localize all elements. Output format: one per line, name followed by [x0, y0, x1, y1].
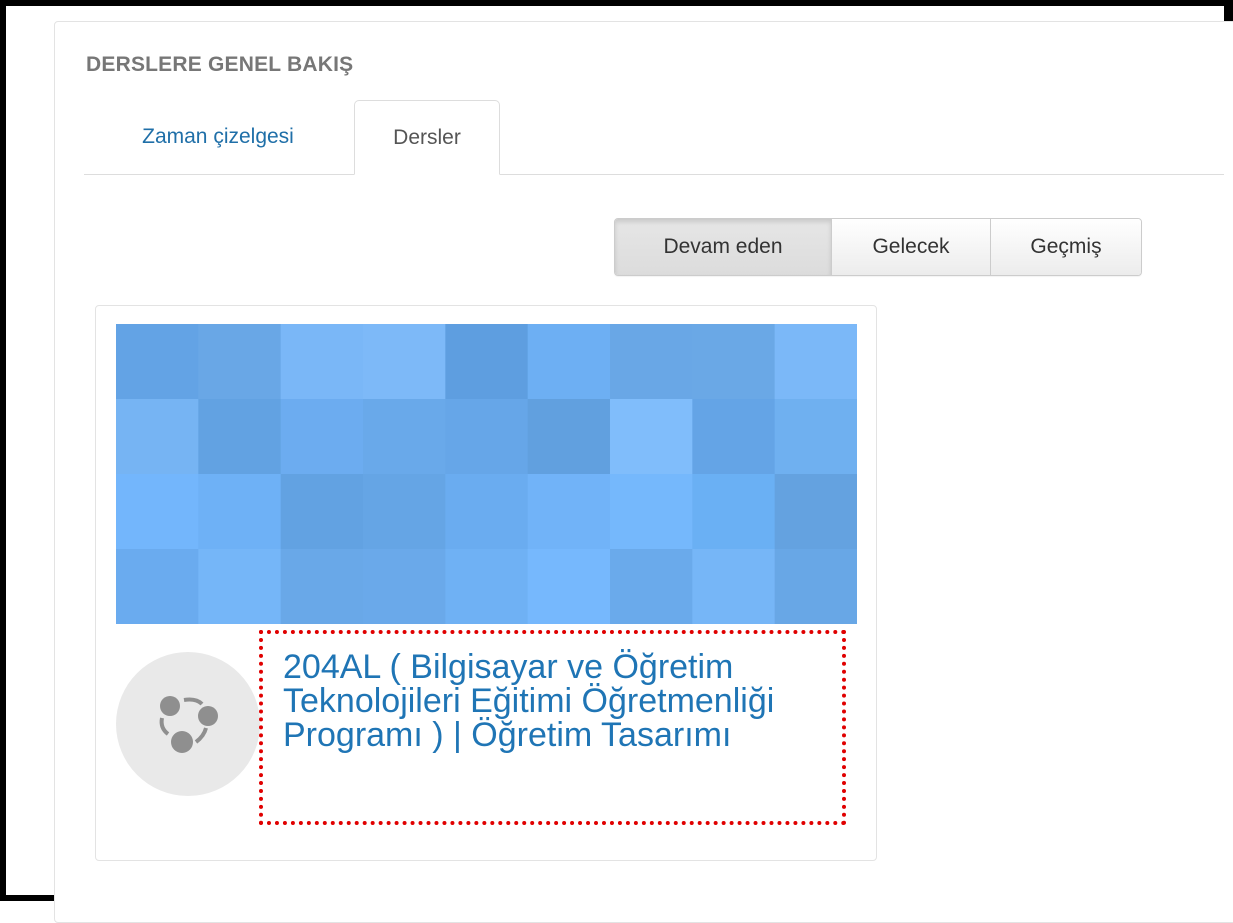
filter-in-progress-button[interactable]: Devam eden: [615, 219, 831, 275]
course-image-tile: [280, 399, 364, 475]
course-image-tile: [116, 549, 199, 624]
course-image-tile: [116, 399, 199, 475]
course-image-pattern: [116, 324, 857, 624]
course-overview-tabs: Zaman çizelgesi Dersler: [84, 100, 1224, 175]
tab-timeline[interactable]: Zaman çizelgesi: [84, 100, 352, 174]
course-image-tile: [363, 549, 446, 624]
course-image-tile: [445, 324, 529, 400]
course-image-tile: [280, 474, 364, 550]
course-image-tile: [527, 474, 611, 550]
course-category-icon: [116, 652, 260, 796]
course-image-tile: [610, 474, 693, 550]
course-image-tile: [774, 549, 857, 624]
course-image-tile: [280, 549, 364, 624]
course-title-link[interactable]: 204AL ( Bilgisayar ve Öğretim Teknolojil…: [283, 650, 843, 752]
course-image-tile: [610, 549, 693, 624]
filter-past-button[interactable]: Geçmiş: [990, 219, 1141, 275]
course-image-tile: [692, 474, 776, 550]
course-image-tile: [116, 324, 199, 400]
course-image-tile: [774, 399, 857, 475]
course-image-tile: [527, 399, 611, 475]
course-image-tile: [527, 324, 611, 400]
block-title: DERSLERE GENEL BAKIŞ: [86, 53, 354, 76]
course-image-tile: [692, 399, 776, 475]
course-image-tile: [774, 324, 857, 400]
course-image-tile: [445, 399, 529, 475]
course-image-tile: [445, 549, 529, 624]
course-image-tile: [198, 549, 282, 624]
filter-future-button[interactable]: Gelecek: [831, 219, 990, 275]
course-image-tile: [198, 324, 282, 400]
tab-courses[interactable]: Dersler: [354, 100, 500, 175]
course-image-tile: [198, 474, 282, 550]
course-image-tile: [774, 474, 857, 550]
course-image-tile: [445, 474, 529, 550]
course-image-tile: [363, 474, 446, 550]
connection-icon: [159, 696, 218, 753]
course-image-tile: [363, 399, 446, 475]
course-image-tile: [610, 324, 693, 400]
course-image-tile: [116, 474, 199, 550]
course-image-tile: [527, 549, 611, 624]
course-image-tile: [363, 324, 446, 400]
course-filter-group: Devam eden Gelecek Geçmiş: [614, 218, 1142, 276]
course-image-tile: [692, 549, 776, 624]
course-image-tile: [692, 324, 776, 400]
course-image[interactable]: [116, 324, 857, 624]
course-image-tile: [610, 399, 693, 475]
course-image-tile: [280, 324, 364, 400]
course-image-tile: [198, 399, 282, 475]
